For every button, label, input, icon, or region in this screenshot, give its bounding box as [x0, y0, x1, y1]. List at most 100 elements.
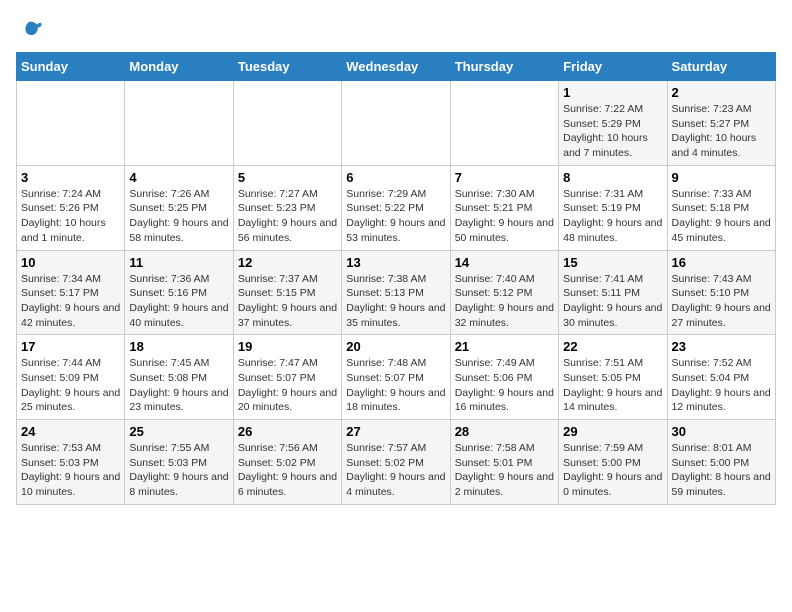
day-number: 17	[21, 339, 120, 354]
calendar-cell: 11 Sunrise: 7:36 AM Sunset: 5:16 PM Dayli…	[125, 250, 233, 335]
day-number: 21	[455, 339, 554, 354]
day-number: 14	[455, 255, 554, 270]
calendar-header-friday: Friday	[559, 53, 667, 81]
day-info: Sunrise: 7:43 AM Sunset: 5:10 PM Dayligh…	[672, 272, 771, 331]
day-info: Sunrise: 7:36 AM Sunset: 5:16 PM Dayligh…	[129, 272, 228, 331]
calendar-week-3: 10 Sunrise: 7:34 AM Sunset: 5:17 PM Dayli…	[17, 250, 776, 335]
day-info: Sunrise: 7:55 AM Sunset: 5:03 PM Dayligh…	[129, 441, 228, 500]
day-info: Sunrise: 7:38 AM Sunset: 5:13 PM Dayligh…	[346, 272, 445, 331]
calendar-cell: 25 Sunrise: 7:55 AM Sunset: 5:03 PM Dayli…	[125, 420, 233, 505]
day-info: Sunrise: 7:27 AM Sunset: 5:23 PM Dayligh…	[238, 187, 337, 246]
day-info: Sunrise: 7:59 AM Sunset: 5:00 PM Dayligh…	[563, 441, 662, 500]
day-number: 30	[672, 424, 771, 439]
calendar-cell: 17 Sunrise: 7:44 AM Sunset: 5:09 PM Dayli…	[17, 335, 125, 420]
calendar-cell	[233, 81, 341, 166]
calendar-cell: 15Sunrise: 7:41 AM Sunset: 5:11 PM Dayli…	[559, 250, 667, 335]
day-info: Sunrise: 7:45 AM Sunset: 5:08 PM Dayligh…	[129, 356, 228, 415]
day-number: 29	[563, 424, 662, 439]
day-number: 11	[129, 255, 228, 270]
calendar-cell: 5 Sunrise: 7:27 AM Sunset: 5:23 PM Daylig…	[233, 165, 341, 250]
day-info: Sunrise: 7:33 AM Sunset: 5:18 PM Dayligh…	[672, 187, 771, 246]
calendar-cell: 12 Sunrise: 7:37 AM Sunset: 5:15 PM Dayli…	[233, 250, 341, 335]
calendar-cell: 7 Sunrise: 7:30 AM Sunset: 5:21 PM Daylig…	[450, 165, 558, 250]
day-info: Sunrise: 7:34 AM Sunset: 5:17 PM Dayligh…	[21, 272, 120, 331]
calendar-header-thursday: Thursday	[450, 53, 558, 81]
day-number: 22	[563, 339, 662, 354]
day-number: 1	[563, 85, 662, 100]
day-info: Sunrise: 7:30 AM Sunset: 5:21 PM Dayligh…	[455, 187, 554, 246]
day-info: Sunrise: 7:53 AM Sunset: 5:03 PM Dayligh…	[21, 441, 120, 500]
day-number: 8	[563, 170, 662, 185]
page-header	[16, 16, 776, 44]
day-number: 13	[346, 255, 445, 270]
calendar-cell: 20 Sunrise: 7:48 AM Sunset: 5:07 PM Dayli…	[342, 335, 450, 420]
calendar-cell: 26 Sunrise: 7:56 AM Sunset: 5:02 PM Dayli…	[233, 420, 341, 505]
calendar-cell: 8 Sunrise: 7:31 AM Sunset: 5:19 PM Daylig…	[559, 165, 667, 250]
day-number: 20	[346, 339, 445, 354]
day-info: Sunrise: 7:47 AM Sunset: 5:07 PM Dayligh…	[238, 356, 337, 415]
calendar-cell: 19 Sunrise: 7:47 AM Sunset: 5:07 PM Dayli…	[233, 335, 341, 420]
calendar-cell: 21Sunrise: 7:49 AM Sunset: 5:06 PM Dayli…	[450, 335, 558, 420]
day-number: 10	[21, 255, 120, 270]
day-info: Sunrise: 7:56 AM Sunset: 5:02 PM Dayligh…	[238, 441, 337, 500]
calendar-cell: 14 Sunrise: 7:40 AM Sunset: 5:12 PM Dayli…	[450, 250, 558, 335]
day-number: 6	[346, 170, 445, 185]
day-info: Sunrise: 7:37 AM Sunset: 5:15 PM Dayligh…	[238, 272, 337, 331]
day-info: Sunrise: 7:40 AM Sunset: 5:12 PM Dayligh…	[455, 272, 554, 331]
calendar-cell: 28 Sunrise: 7:58 AM Sunset: 5:01 PM Dayli…	[450, 420, 558, 505]
day-number: 7	[455, 170, 554, 185]
calendar-cell: 18 Sunrise: 7:45 AM Sunset: 5:08 PM Dayli…	[125, 335, 233, 420]
calendar-cell	[17, 81, 125, 166]
calendar-week-4: 17 Sunrise: 7:44 AM Sunset: 5:09 PM Dayli…	[17, 335, 776, 420]
calendar-header-saturday: Saturday	[667, 53, 775, 81]
calendar-cell: 23Sunrise: 7:52 AM Sunset: 5:04 PM Dayli…	[667, 335, 775, 420]
calendar-cell: 22 Sunrise: 7:51 AM Sunset: 5:05 PM Dayli…	[559, 335, 667, 420]
day-number: 28	[455, 424, 554, 439]
day-info: Sunrise: 7:44 AM Sunset: 5:09 PM Dayligh…	[21, 356, 120, 415]
calendar-header-wednesday: Wednesday	[342, 53, 450, 81]
day-number: 18	[129, 339, 228, 354]
day-number: 3	[21, 170, 120, 185]
calendar-cell: 13 Sunrise: 7:38 AM Sunset: 5:13 PM Dayli…	[342, 250, 450, 335]
day-number: 19	[238, 339, 337, 354]
day-info: Sunrise: 7:31 AM Sunset: 5:19 PM Dayligh…	[563, 187, 662, 246]
day-number: 26	[238, 424, 337, 439]
day-info: Sunrise: 7:24 AM Sunset: 5:26 PM Dayligh…	[21, 187, 120, 246]
logo-icon	[16, 16, 44, 44]
calendar-header-tuesday: Tuesday	[233, 53, 341, 81]
day-number: 4	[129, 170, 228, 185]
day-number: 15	[563, 255, 662, 270]
calendar-cell	[125, 81, 233, 166]
calendar-header-sunday: Sunday	[17, 53, 125, 81]
calendar-table: SundayMondayTuesdayWednesdayThursdayFrid…	[16, 52, 776, 505]
calendar-cell	[342, 81, 450, 166]
calendar-cell: 2 Sunrise: 7:23 AM Sunset: 5:27 PM Daylig…	[667, 81, 775, 166]
day-info: Sunrise: 7:22 AM Sunset: 5:29 PM Dayligh…	[563, 102, 662, 161]
day-number: 27	[346, 424, 445, 439]
day-info: Sunrise: 7:57 AM Sunset: 5:02 PM Dayligh…	[346, 441, 445, 500]
day-number: 2	[672, 85, 771, 100]
calendar-cell	[450, 81, 558, 166]
calendar-week-5: 24 Sunrise: 7:53 AM Sunset: 5:03 PM Dayli…	[17, 420, 776, 505]
day-info: Sunrise: 8:01 AM Sunset: 5:00 PM Dayligh…	[672, 441, 771, 500]
calendar-cell: 4Sunrise: 7:26 AM Sunset: 5:25 PM Daylig…	[125, 165, 233, 250]
day-number: 24	[21, 424, 120, 439]
day-info: Sunrise: 7:48 AM Sunset: 5:07 PM Dayligh…	[346, 356, 445, 415]
calendar-cell: 1 Sunrise: 7:22 AM Sunset: 5:29 PM Daylig…	[559, 81, 667, 166]
calendar-cell: 30 Sunrise: 8:01 AM Sunset: 5:00 PM Dayli…	[667, 420, 775, 505]
calendar-cell: 16 Sunrise: 7:43 AM Sunset: 5:10 PM Dayli…	[667, 250, 775, 335]
day-number: 5	[238, 170, 337, 185]
day-info: Sunrise: 7:23 AM Sunset: 5:27 PM Dayligh…	[672, 102, 771, 161]
calendar-cell: 27 Sunrise: 7:57 AM Sunset: 5:02 PM Dayli…	[342, 420, 450, 505]
day-info: Sunrise: 7:58 AM Sunset: 5:01 PM Dayligh…	[455, 441, 554, 500]
calendar-header-row: SundayMondayTuesdayWednesdayThursdayFrid…	[17, 53, 776, 81]
day-number: 25	[129, 424, 228, 439]
day-number: 9	[672, 170, 771, 185]
logo	[16, 16, 48, 44]
day-info: Sunrise: 7:29 AM Sunset: 5:22 PM Dayligh…	[346, 187, 445, 246]
calendar-cell: 10 Sunrise: 7:34 AM Sunset: 5:17 PM Dayli…	[17, 250, 125, 335]
day-number: 12	[238, 255, 337, 270]
day-number: 16	[672, 255, 771, 270]
day-info: Sunrise: 7:51 AM Sunset: 5:05 PM Dayligh…	[563, 356, 662, 415]
calendar-cell: 24 Sunrise: 7:53 AM Sunset: 5:03 PM Dayli…	[17, 420, 125, 505]
